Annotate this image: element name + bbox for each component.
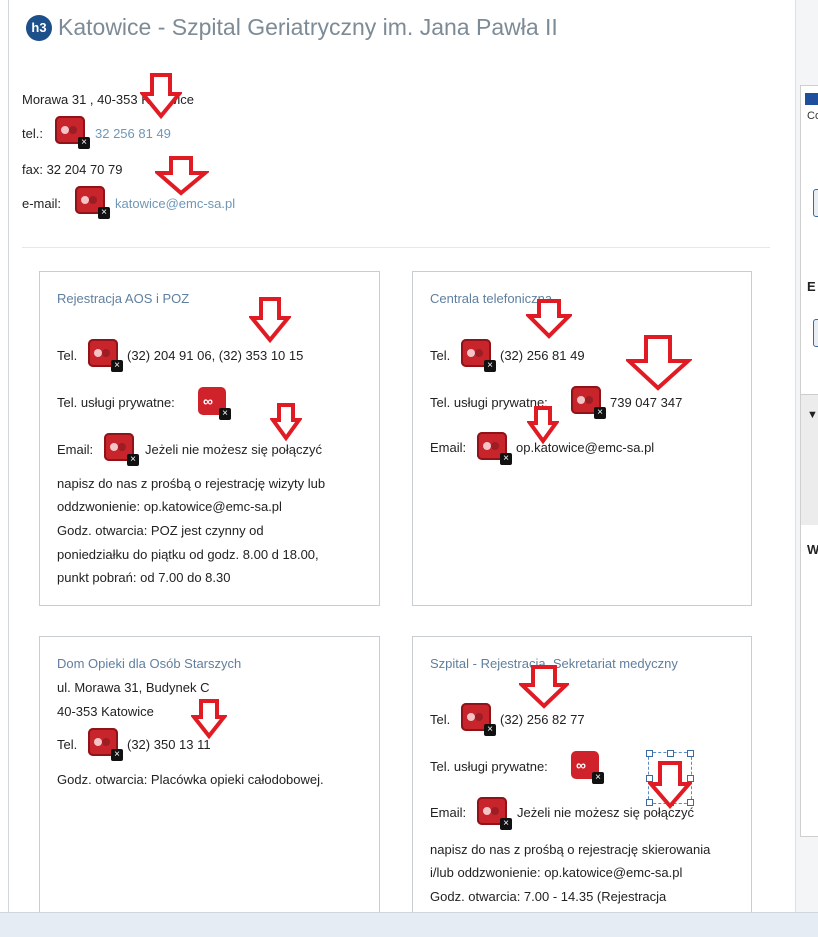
down-arrow-icon	[527, 406, 559, 445]
down-arrow-icon	[270, 403, 302, 442]
tel-link[interactable]: (32) 256 81 49	[500, 348, 585, 363]
email-link[interactable]: katowice@emc-sa.pl	[115, 196, 235, 211]
phone-addon-icon[interactable]: ×	[88, 728, 123, 761]
phone-addon-icon[interactable]: ×	[104, 433, 139, 466]
down-arrow-icon	[249, 297, 291, 344]
email-link-cont[interactable]: napisz do nas z prośbą o rejestrację wiz…	[57, 476, 325, 491]
link-addon-icon[interactable]: ∞ ×	[198, 387, 231, 420]
phone-addon-icon[interactable]: ×	[461, 339, 496, 372]
tel-label: Tel.	[57, 348, 78, 363]
bottom-bar	[0, 912, 818, 937]
close-icon[interactable]: ×	[111, 749, 123, 761]
email-link-cont[interactable]: oddzwonienie: op.katowice@emc-sa.pl	[57, 499, 282, 514]
phone-addon-icon[interactable]: ×	[55, 116, 90, 149]
private-label: Tel. usługi prywatne:	[57, 395, 175, 410]
card-rejestracja: Rejestracja AOS i POZ Tel. × (32) 204 91…	[39, 271, 380, 606]
divider	[22, 247, 770, 248]
email-label: Email:	[430, 440, 467, 455]
page-title: h3 Katowice - Szpital Geriatryczny im. Ja…	[26, 14, 558, 41]
popup-heading: E	[807, 279, 816, 294]
close-icon[interactable]: ×	[484, 360, 496, 372]
tel-link[interactable]: (32) 256 82 77	[500, 712, 585, 727]
popup-heading: W	[807, 542, 818, 557]
popup-text: Co	[807, 110, 818, 122]
close-icon[interactable]: ×	[500, 453, 512, 465]
fax-text: fax: 32 204 70 79	[22, 162, 123, 177]
hours-text: poniedziałku do piątku od godz. 8.00 d 1…	[57, 547, 319, 562]
tel-label: Tel.	[57, 737, 78, 752]
close-icon[interactable]: ×	[484, 724, 496, 736]
phone-addon-icon[interactable]: ×	[477, 432, 512, 465]
hours-text: Godz. otwarcia: POZ jest czynny od	[57, 523, 264, 538]
popup-button[interactable]	[813, 319, 818, 347]
tel-row: tel.:	[22, 126, 43, 141]
address-line: 40-353 Katowice	[57, 704, 154, 719]
private-tel-link[interactable]: 739 047 347	[610, 395, 682, 410]
close-icon[interactable]: ×	[592, 772, 604, 784]
email-link[interactable]: Jeżeli nie możesz się połączyć	[145, 442, 322, 457]
page-content: h3 Katowice - Szpital Geriatryczny im. Ja…	[0, 0, 795, 912]
down-arrow-icon	[191, 699, 227, 740]
private-label: Tel. usługi prywatne:	[430, 759, 548, 774]
hours-text: punkt pobrań: od 7.00 do 8.30	[57, 570, 231, 585]
phone-addon-icon[interactable]: ×	[571, 386, 606, 419]
popup-heading: F	[807, 148, 815, 163]
card-centrala: Centrala telefoniczna Tel. × (32) 256 81…	[412, 271, 752, 606]
down-arrow-icon	[140, 73, 182, 120]
link-icon: ∞	[203, 393, 213, 409]
close-icon[interactable]: ×	[219, 408, 231, 420]
email-label: Email:	[430, 805, 467, 820]
page-title-text: Katowice - Szpital Geriatryczny im. Jana…	[58, 14, 558, 40]
close-icon[interactable]: ×	[500, 818, 512, 830]
tel-label: Tel.	[430, 712, 451, 727]
collapse-toggle-icon[interactable]: ▼	[807, 409, 818, 421]
hours-text: Godz. otwarcia: 7.00 - 14.35 (Rejestracj…	[430, 889, 667, 904]
close-icon[interactable]: ×	[98, 207, 110, 219]
down-arrow-icon	[526, 299, 572, 339]
address-line: ul. Morawa 31, Budynek C	[57, 680, 210, 695]
email-label: e-mail:	[22, 196, 62, 211]
phone-addon-icon[interactable]: ×	[477, 797, 512, 830]
down-arrow-icon	[155, 156, 209, 196]
phone-addon-icon[interactable]: ×	[461, 703, 496, 736]
phone-addon-icon[interactable]: ×	[88, 339, 123, 372]
email-link-cont[interactable]: i/lub oddzwonienie: op.katowice@emc-sa.p…	[430, 865, 682, 880]
hours-text: Godz. otwarcia: Placówka opieki całodobo…	[57, 772, 324, 787]
card-title: Dom Opieki dla Osób Starszych	[57, 656, 242, 671]
link-icon: ∞	[576, 757, 586, 773]
tel-link[interactable]: 32 256 81 49	[95, 126, 171, 141]
card-dom-opieki: Dom Opieki dla Osób Starszych ul. Morawa…	[39, 636, 380, 912]
phone-addon-icon[interactable]: ×	[75, 186, 110, 219]
close-icon[interactable]: ×	[127, 454, 139, 466]
email-link-cont[interactable]: napisz do nas z prośbą o rejestrację ski…	[430, 842, 710, 857]
card-title: Rejestracja AOS i POZ	[57, 291, 190, 306]
popup-window[interactable]: Co F E ▼ W	[800, 85, 818, 837]
tel-label: tel.:	[22, 126, 43, 141]
close-icon[interactable]: ×	[78, 137, 90, 149]
card-szpital: Szpital - Rejestracja, Sekretariat medyc…	[412, 636, 752, 912]
h3-badge-icon: h3	[26, 15, 52, 41]
close-icon[interactable]: ×	[111, 360, 123, 372]
down-arrow-icon	[648, 761, 692, 810]
link-addon-icon[interactable]: ∞ ×	[571, 751, 604, 784]
tel-label: Tel.	[430, 348, 451, 363]
tel-link[interactable]: (32) 204 91 06, (32) 353 10 15	[127, 348, 303, 363]
app-logo-icon	[805, 93, 818, 105]
popup-button[interactable]	[813, 189, 818, 217]
left-border	[8, 0, 9, 912]
down-arrow-icon	[519, 665, 569, 709]
down-arrow-icon	[626, 335, 692, 391]
email-label: Email:	[57, 442, 94, 457]
close-icon[interactable]: ×	[594, 407, 606, 419]
